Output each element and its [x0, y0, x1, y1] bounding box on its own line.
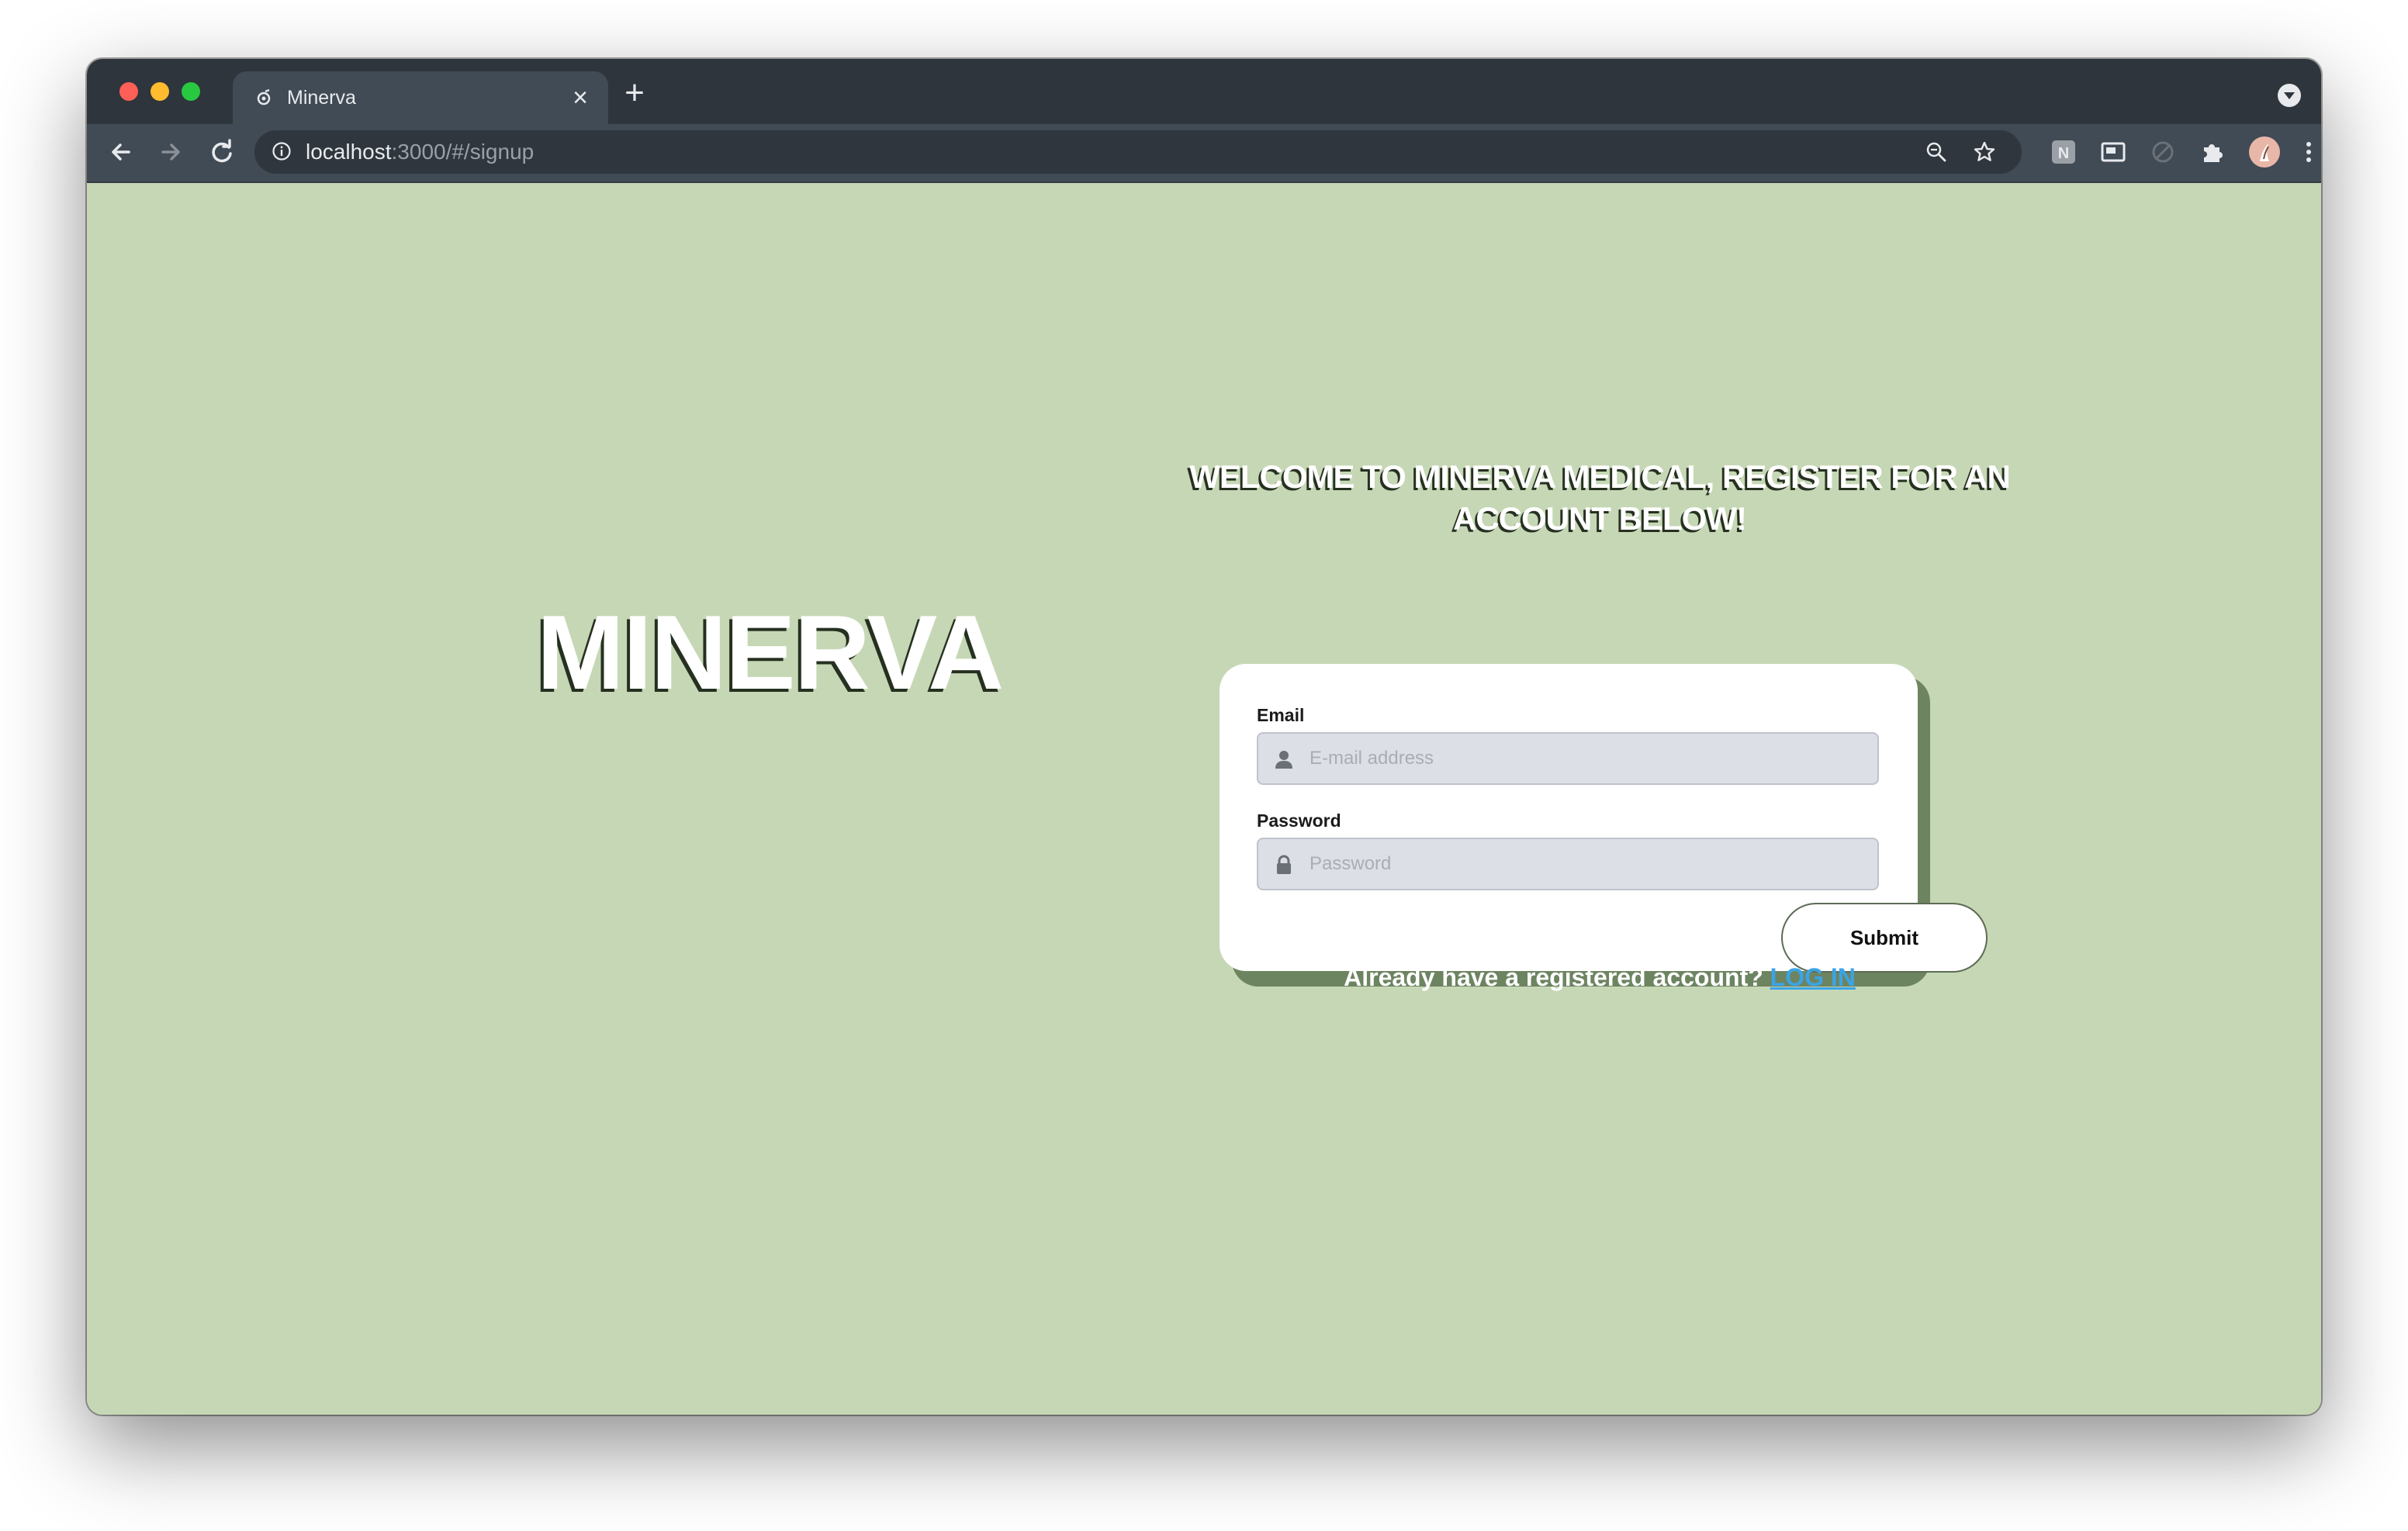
- tab-title: Minerva: [287, 87, 356, 109]
- forward-arrow-icon[interactable]: [154, 135, 188, 169]
- user-icon: [1275, 751, 1292, 769]
- address-bar[interactable]: localhost:3000/#/signup: [254, 130, 2022, 174]
- email-input[interactable]: [1310, 734, 1860, 783]
- signup-page: MINERVA WELCOME TO MINERVA MEDICAL, REGI…: [87, 183, 2321, 1415]
- welcome-heading: WELCOME TO MINERVA MEDICAL, REGISTER FOR…: [1189, 458, 2011, 537]
- password-field[interactable]: [1257, 838, 1879, 890]
- back-arrow-icon[interactable]: [104, 135, 138, 169]
- menu-kebab-icon[interactable]: [2295, 138, 2321, 166]
- minimize-window-button[interactable]: [150, 82, 169, 101]
- password-input[interactable]: [1310, 839, 1860, 889]
- zoom-icon[interactable]: [1924, 140, 1949, 164]
- site-info-icon[interactable]: [272, 141, 292, 161]
- maximize-window-button[interactable]: [182, 82, 200, 101]
- login-prompt: Already have a registered account? LOG I…: [1126, 962, 2073, 993]
- browser-toolbar: localhost:3000/#/signup N: [87, 124, 2321, 183]
- svg-text:N: N: [2058, 145, 2069, 162]
- reload-icon[interactable]: [205, 135, 239, 169]
- minerva-favicon-icon: [257, 88, 271, 105]
- tab-close-icon[interactable]: ×: [568, 85, 593, 111]
- close-window-button[interactable]: [119, 82, 138, 101]
- extension-icon[interactable]: [2149, 138, 2177, 166]
- tab-search-icon[interactable]: [2278, 84, 2301, 107]
- login-prompt-text: Already have a registered account?: [1344, 963, 1763, 991]
- minerva-logo: MINERVA: [536, 593, 1005, 711]
- picture-in-picture-icon[interactable]: [2099, 138, 2127, 166]
- url-host: localhost: [306, 140, 392, 164]
- new-tab-icon[interactable]: +: [619, 76, 650, 110]
- email-label: Email: [1257, 705, 1305, 725]
- url-text: localhost:3000/#/signup: [306, 140, 534, 164]
- extension-n-icon[interactable]: N: [2050, 138, 2078, 166]
- url-path: :3000/#/signup: [391, 140, 535, 164]
- puzzle-extensions-icon[interactable]: [2199, 138, 2226, 166]
- lock-icon: [1277, 855, 1291, 874]
- profile-avatar[interactable]: [2248, 136, 2281, 168]
- browser-window: Minerva × + localhost:3000/#/signup N MI…: [87, 59, 2321, 1415]
- password-label: Password: [1257, 810, 1341, 831]
- tab-strip: Minerva × +: [87, 59, 2321, 124]
- tab-minerva[interactable]: Minerva ×: [233, 71, 608, 124]
- login-link[interactable]: LOG IN: [1770, 963, 1856, 991]
- bookmark-star-icon[interactable]: [1972, 140, 1997, 164]
- email-field[interactable]: [1257, 732, 1879, 785]
